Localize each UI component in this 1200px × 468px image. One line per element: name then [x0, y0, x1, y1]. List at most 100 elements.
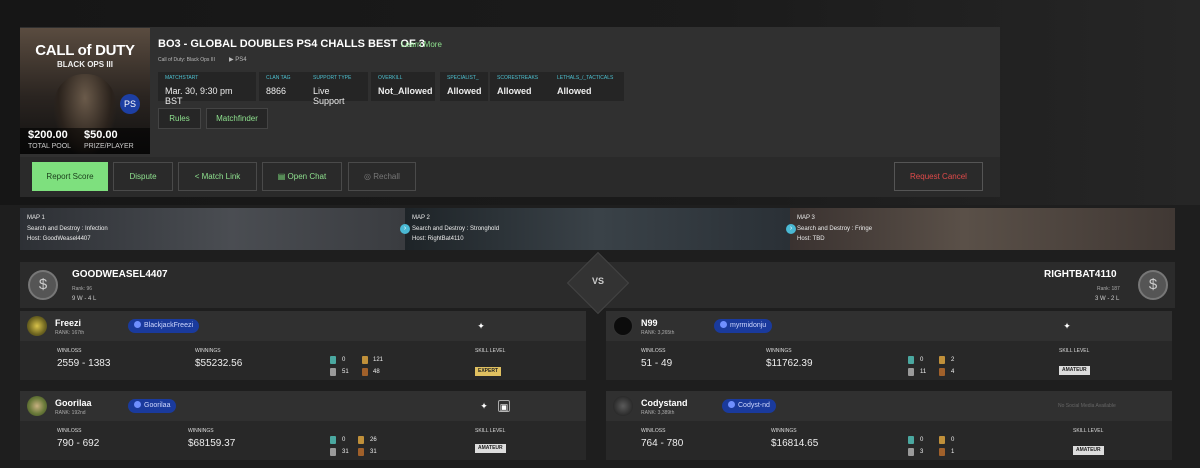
skill-label: SKILL LEVEL	[1059, 348, 1090, 354]
player-rank: RANK: 192nd	[55, 410, 86, 416]
playstation-icon	[134, 321, 141, 328]
match-link-button[interactable]: < Match Link	[178, 162, 257, 191]
player-name[interactable]: Codystand	[641, 398, 688, 408]
game-name: Call of Duty: Black Ops III	[158, 57, 215, 63]
trophy-top-count: 26	[370, 437, 377, 443]
player-name[interactable]: Goorilaa	[55, 398, 92, 408]
winloss-label: WIN/LOSS	[641, 428, 666, 434]
map-strip: MAP 1 Search and Destroy : Infection Hos…	[20, 208, 1175, 250]
psn-tag[interactable]: myrmidonju	[714, 319, 773, 333]
share-icon: <	[194, 172, 202, 181]
trophy-bronze-count: 4	[951, 369, 955, 375]
rules-button[interactable]: Rules	[158, 108, 201, 129]
stat-matchstart: MATCHSTART Mar. 30, 9:30 pm BST	[158, 72, 256, 106]
team-right-name[interactable]: RIGHTBAT4110	[1044, 269, 1117, 280]
winloss-value: 2559 - 1383	[57, 358, 111, 369]
psn-tag[interactable]: BlackjackFreezi	[128, 319, 200, 333]
stat-support-type: SUPPORT TYPE Live Support	[306, 72, 368, 106]
map-arrow-icon: ›	[786, 224, 796, 234]
matchfinder-button[interactable]: Matchfinder	[206, 108, 268, 129]
player-name[interactable]: N99	[641, 318, 658, 328]
trophy-gold-icon	[330, 356, 336, 364]
trophy-bronze-icon	[358, 448, 364, 456]
avatar	[613, 316, 633, 336]
psn-tag[interactable]: Goorilaa	[128, 399, 177, 413]
trophy-bronze-icon	[939, 368, 945, 376]
trophy-top-icon	[362, 356, 368, 364]
skill-badge: AMATEUR	[1073, 446, 1104, 455]
twitter-icon[interactable]: ✦	[478, 400, 490, 412]
dollar-coin-icon: $	[1138, 270, 1168, 300]
winnings-value: $55232.56	[195, 358, 243, 369]
avatar	[613, 396, 633, 416]
winnings-value: $11762.39	[766, 358, 813, 369]
vs-label: VS	[591, 276, 604, 286]
report-score-button[interactable]: Report Score	[32, 162, 108, 191]
psn-tag[interactable]: Codyst-nd	[722, 399, 776, 413]
prize-per-player-label: PRIZE/PLAYER	[84, 143, 134, 150]
map-1[interactable]: MAP 1 Search and Destroy : Infection Hos…	[20, 208, 405, 250]
trophy-top-icon	[358, 436, 364, 444]
winloss-value: 51 - 49	[641, 358, 673, 369]
skill-badge: EXPERT	[475, 367, 502, 376]
request-cancel-button[interactable]: Request Cancel	[894, 162, 983, 191]
team-left-rank: Rank: 96	[72, 286, 93, 292]
playstation-icon	[134, 401, 141, 408]
total-pool-value: $200.00	[28, 129, 68, 141]
twitter-icon[interactable]: ✦	[475, 320, 487, 332]
team-right-rank: Rank: 187	[1097, 286, 1120, 292]
cover-title: CALL of DUTY	[35, 42, 135, 59]
trophy-silver-count: 3	[920, 449, 924, 455]
winloss-value: 790 - 692	[57, 438, 100, 449]
dollar-coin-icon: $	[28, 270, 58, 300]
twitch-icon[interactable]: ▣	[498, 400, 510, 412]
trophy-gold-count: 0	[920, 357, 924, 363]
map-2[interactable]: MAP 2 Search and Destroy : Stronghold Ho…	[405, 208, 790, 250]
winloss-label: WIN/LOSS	[57, 348, 82, 354]
trophy-bronze-icon	[362, 368, 368, 376]
player-name[interactable]: Freezi	[55, 318, 81, 328]
skill-label: SKILL LEVEL	[1073, 428, 1104, 434]
trophy-silver-icon	[330, 368, 336, 376]
trophy-silver-count: 11	[920, 369, 927, 375]
winnings-label: WINNINGS	[188, 428, 214, 434]
trophy-top-count: 2	[951, 357, 955, 363]
prize-pool: $200.00 TOTAL POOL $50.00 PRIZE/PLAYER	[20, 128, 150, 154]
skill-badge: AMATEUR	[475, 444, 506, 453]
team-left-name[interactable]: GOODWEASEL4407	[72, 269, 168, 280]
player-header	[20, 311, 586, 341]
rechall-button[interactable]: ◎ Rechall	[348, 162, 416, 191]
trophy-top-icon	[939, 356, 945, 364]
skill-label: SKILL LEVEL	[475, 348, 506, 354]
playstation-icon	[728, 401, 735, 408]
player-card-n99: N99 RANK: 3,265th myrmidonju ✦ WIN/LOSS …	[606, 311, 1172, 380]
team-left-record: 9 W - 4 L	[72, 296, 97, 302]
trophy-bronze-count: 1	[951, 449, 955, 455]
dispute-button[interactable]: Dispute	[113, 162, 173, 191]
trophy-silver-icon	[330, 448, 336, 456]
winnings-label: WINNINGS	[766, 348, 792, 354]
no-social-media-label: No Social Media Available	[1058, 403, 1116, 409]
winnings-value: $68159.37	[188, 438, 236, 449]
learn-more-link[interactable]: Learn More	[401, 40, 442, 49]
game-cover: CALL of DUTY BLACK OPS III PS $200.00 TO…	[20, 28, 150, 154]
trophy-gold-icon	[908, 436, 914, 444]
map-3[interactable]: MAP 3 Search and Destroy : Fringe Host: …	[790, 208, 1175, 250]
trophy-silver-icon	[908, 368, 914, 376]
player-rank: RANK: 3,389th	[641, 410, 675, 416]
trophy-silver-count: 31	[342, 449, 349, 455]
trophy-silver-count: 51	[342, 369, 349, 375]
player-card-freezi: Freezi RANK: 167th BlackjackFreezi ✦ WIN…	[20, 311, 586, 380]
stat-specialist: SPECIALIST_ Allowed	[440, 72, 488, 101]
stat-overkill: OVERKILL Not_Allowed	[371, 72, 435, 101]
stat-scorestreaks: SCORESTREAKS Allowed	[490, 72, 550, 101]
avatar	[27, 396, 47, 416]
trophy-top-count: 121	[373, 357, 384, 363]
open-chat-button[interactable]: ▤ Open Chat	[262, 162, 342, 191]
trophy-top-count: 0	[951, 437, 955, 443]
total-pool-label: TOTAL POOL	[28, 143, 72, 150]
trophy-bronze-icon	[939, 448, 945, 456]
chat-icon: ▤	[277, 172, 288, 181]
trophy-bronze-count: 31	[370, 449, 377, 455]
twitter-icon[interactable]: ✦	[1061, 320, 1073, 332]
